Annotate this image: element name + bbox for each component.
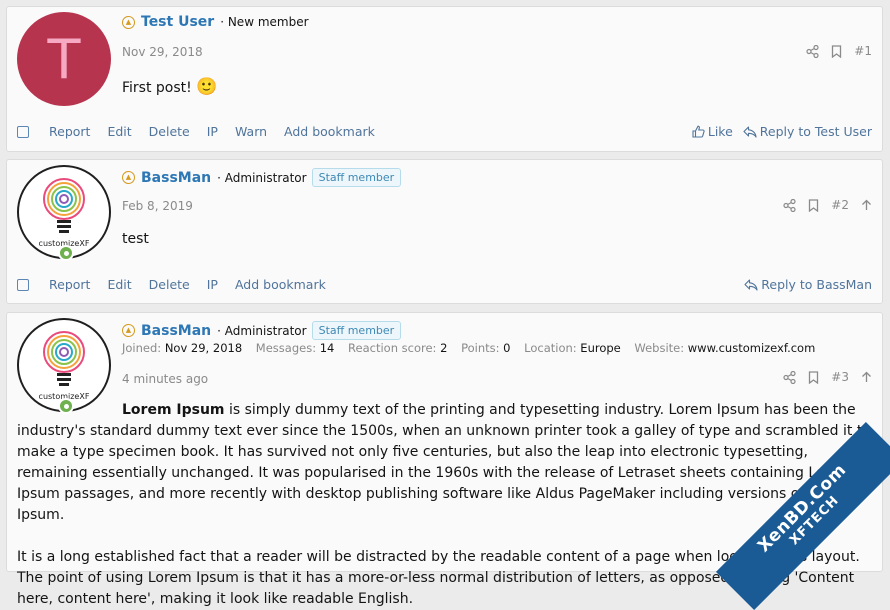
thumbs-up-icon (692, 125, 705, 138)
stat-label: Messages: (255, 341, 317, 355)
user-role: · New member (220, 15, 309, 29)
bookmark-icon[interactable] (808, 198, 819, 212)
avatar[interactable]: customizeXF (17, 318, 111, 414)
add-bookmark-link[interactable]: Add bookmark (235, 277, 326, 292)
stat-messages: Messages: 14 (256, 341, 335, 355)
reply-button[interactable]: Reply to BassMan (744, 277, 872, 292)
post-3: customizeXF ▲ BassMan · Administrator St… (6, 312, 883, 607)
ip-link[interactable]: IP (207, 124, 218, 139)
stat-label: Website: (634, 341, 685, 355)
username-link[interactable]: Test User (141, 14, 214, 30)
post-tools: #3 (783, 370, 872, 384)
action-right: Like Reply to Test User (692, 124, 872, 139)
staff-badge: Staff member (311, 321, 402, 340)
avatar[interactable]: T (17, 12, 111, 106)
arrow-up-icon[interactable] (861, 371, 872, 383)
reply-label: Reply to Test User (759, 124, 872, 139)
reply-icon (743, 125, 757, 138)
avatar[interactable]: customizeXF (17, 165, 111, 261)
role-text: Administrator (224, 170, 307, 185)
stat-label: Location: (524, 341, 577, 355)
reply-label: Reply to BassMan (761, 277, 872, 292)
delete-link[interactable]: Delete (149, 124, 190, 139)
stat-location: Location: Europe (524, 341, 621, 355)
post-1: T ▲ Test User · New member Nov 29, 2018 … (6, 6, 883, 152)
bold-term: Lorem Ipsum (122, 402, 225, 418)
post-text: First post! (122, 80, 192, 96)
stat-reaction: Reaction score: 2 (348, 341, 447, 355)
post-number[interactable]: #2 (831, 198, 849, 212)
paragraph-text: is simply dummy text of the printing and… (17, 402, 871, 523)
post-date[interactable]: Feb 8, 2019 (122, 199, 193, 213)
role-text: Administrator (224, 323, 307, 338)
smile-emoji: 🙂 (196, 77, 218, 97)
share-icon[interactable] (783, 370, 796, 384)
stat-label: Points: (461, 341, 500, 355)
crown-icon: ▲ (122, 324, 135, 337)
bookmark-icon[interactable] (831, 44, 842, 58)
select-checkbox[interactable] (17, 278, 29, 291)
share-icon[interactable] (806, 44, 819, 58)
stat-points: Points: 0 (461, 341, 510, 355)
delete-link[interactable]: Delete (149, 277, 190, 292)
role-text: New member (227, 15, 309, 29)
ip-link[interactable]: IP (207, 277, 218, 292)
post-actions: Report Edit Delete IP Add bookmark Reply… (17, 277, 872, 292)
stat-website: Website: www.customizexf.com (634, 341, 815, 355)
like-button[interactable]: Like (692, 124, 733, 139)
paragraph-1: Lorem Ipsum is simply dummy text of the … (17, 400, 872, 526)
edit-link[interactable]: Edit (107, 277, 131, 292)
stat-value: Nov 29, 2018 (164, 341, 243, 355)
post-number[interactable]: #1 (854, 44, 872, 58)
user-stats: Joined: Nov 29, 2018 Messages: 14 Reacti… (122, 341, 825, 355)
edit-link[interactable]: Edit (107, 124, 131, 139)
post-date[interactable]: 4 minutes ago (122, 372, 208, 386)
share-icon[interactable] (783, 198, 796, 212)
select-checkbox[interactable] (17, 125, 29, 138)
stat-label: Joined: (122, 341, 162, 355)
stat-joined: Joined: Nov 29, 2018 (122, 341, 242, 355)
action-right: Reply to BassMan (744, 277, 872, 292)
stat-label: Reaction score: (348, 341, 437, 355)
reply-icon (744, 278, 758, 291)
reply-button[interactable]: Reply to Test User (743, 124, 872, 139)
user-line: ▲ Test User · New member (122, 14, 309, 30)
post-tools: #2 (783, 198, 872, 212)
warn-link[interactable]: Warn (235, 124, 267, 139)
online-status-icon (58, 245, 74, 261)
stat-value: 14 (319, 341, 335, 355)
stat-value: Europe (580, 341, 621, 355)
bookmark-icon[interactable] (808, 370, 819, 384)
post-body: test (122, 231, 149, 247)
user-role: · Administrator (217, 323, 307, 338)
staff-badge: Staff member (311, 168, 402, 187)
username-link[interactable]: BassMan (141, 323, 211, 339)
user-line: ▲ BassMan · Administrator Staff member (122, 321, 402, 340)
post-number[interactable]: #3 (831, 370, 849, 384)
stat-value: 0 (503, 341, 511, 355)
report-link[interactable]: Report (49, 124, 90, 139)
stat-value: 2 (440, 341, 448, 355)
username-link[interactable]: BassMan (141, 170, 211, 186)
arrow-up-icon[interactable] (861, 199, 872, 211)
add-bookmark-link[interactable]: Add bookmark (284, 124, 375, 139)
report-link[interactable]: Report (49, 277, 90, 292)
post-body: First post! 🙂 (122, 77, 217, 97)
user-line: ▲ BassMan · Administrator Staff member (122, 168, 402, 187)
post-tools: #1 (806, 44, 872, 58)
post-2: customizeXF ▲ BassMan · Administrator St… (6, 159, 883, 304)
crown-icon: ▲ (122, 15, 135, 29)
like-label: Like (707, 124, 733, 139)
post-date[interactable]: Nov 29, 2018 (122, 45, 203, 59)
post-actions: Report Edit Delete IP Warn Add bookmark … (17, 124, 872, 139)
crown-icon: ▲ (122, 171, 135, 184)
website-link[interactable]: www.customizexf.com (688, 341, 816, 355)
user-role: · Administrator (217, 170, 307, 185)
